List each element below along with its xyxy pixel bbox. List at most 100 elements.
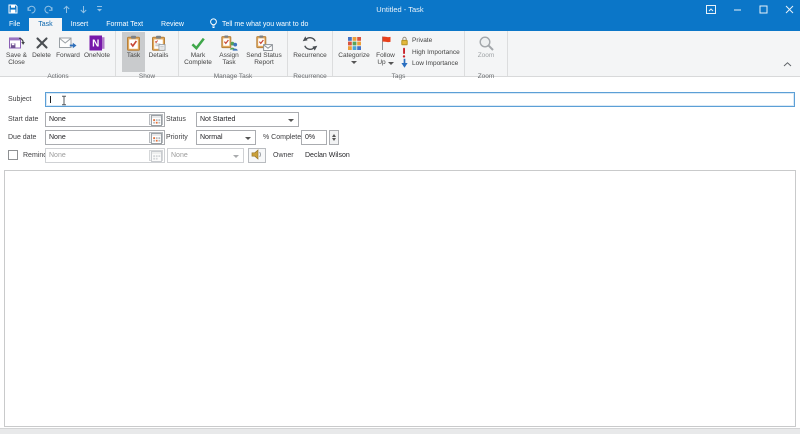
check-mark-icon (190, 34, 206, 52)
ribbon-group-recurrence: Recurrence Recurrence (288, 31, 333, 80)
ribbon-display-options-icon[interactable] (706, 4, 716, 14)
collapse-ribbon-icon[interactable] (783, 54, 792, 72)
ribbon-group-manage-task: Mark Complete Assign Task Send Status Re… (179, 31, 288, 80)
show-task-button[interactable]: Task (122, 32, 145, 72)
follow-up-label-wrap: Follow Up (372, 52, 399, 66)
owner-value: Declan Wilson (305, 152, 350, 159)
task-clipboard-icon (126, 34, 141, 52)
lock-icon (399, 36, 409, 46)
owner-label: Owner (273, 152, 294, 159)
send-status-report-label: Send Status Report (246, 52, 282, 66)
recurrence-icon (301, 34, 319, 52)
customize-qat-icon[interactable] (96, 5, 103, 13)
mark-complete-button[interactable]: Mark Complete (182, 32, 214, 72)
save-close-label: Save & Close (6, 52, 27, 66)
titlebar: Untitled - Task (0, 0, 800, 18)
tab-review-label: Review (161, 21, 184, 28)
mark-complete-label: Mark Complete (184, 52, 212, 66)
percent-complete-spinner[interactable] (329, 130, 339, 145)
reminder-date-input[interactable]: None (45, 148, 165, 163)
window-controls (706, 0, 794, 18)
status-dropdown[interactable]: Not Started (196, 112, 299, 127)
delete-icon (35, 34, 49, 52)
group-label-show: Show (138, 73, 156, 80)
reminder-checkbox[interactable] (8, 150, 18, 160)
tab-review[interactable]: Review (152, 18, 193, 31)
show-details-button[interactable]: Details (145, 32, 172, 72)
categorize-button[interactable]: Categorize (336, 32, 372, 72)
forward-envelope-icon (59, 34, 77, 52)
save-icon[interactable] (8, 4, 18, 14)
spin-up-icon[interactable] (332, 133, 336, 137)
follow-up-button[interactable]: Follow Up (372, 32, 399, 72)
start-date-label: Start date (8, 116, 39, 123)
recurrence-button[interactable]: Recurrence (291, 32, 329, 72)
start-date-picker-button[interactable] (149, 114, 163, 126)
window-title: Untitled - Task (376, 4, 424, 14)
chevron-down-icon (351, 61, 357, 64)
undo-icon[interactable] (26, 5, 36, 14)
lightbulb-icon (209, 18, 218, 31)
reminder-time-value: None (171, 152, 188, 159)
reminder-sound-button[interactable] (248, 148, 266, 163)
forward-button[interactable]: Forward (54, 32, 82, 72)
task-notes-body[interactable] (4, 170, 796, 427)
start-date-input[interactable]: None (45, 112, 165, 127)
tab-file-label: File (9, 21, 21, 28)
ribbon-group-actions: Save & Close Delete Forward N OneNote Ac… (1, 31, 116, 80)
categorize-icon (347, 34, 362, 52)
text-caret (50, 96, 51, 103)
save-close-button[interactable]: Save & Close (4, 32, 29, 72)
high-importance-button[interactable]: High Importance (399, 47, 461, 59)
reminder-date-picker-button[interactable] (149, 150, 163, 162)
tab-format-text[interactable]: Format Text (97, 18, 152, 31)
down-arrow-icon[interactable] (79, 5, 88, 14)
delete-button[interactable]: Delete (29, 32, 54, 72)
up-arrow-icon[interactable] (62, 5, 71, 14)
private-button[interactable]: Private (399, 35, 461, 47)
reminder-date-value: None (49, 152, 66, 159)
follow-up-flag-icon (379, 34, 392, 52)
tab-file[interactable]: File (0, 18, 29, 31)
magnifier-icon (478, 34, 495, 52)
spin-down-icon[interactable] (332, 138, 336, 142)
percent-complete-label: % Complete (263, 134, 302, 141)
tab-insert[interactable]: Insert (62, 18, 98, 31)
chevron-down-icon (245, 136, 251, 140)
send-status-report-icon (255, 34, 273, 52)
chevron-down-icon (288, 118, 294, 122)
zoom-button[interactable]: Zoom (472, 32, 500, 72)
subject-input[interactable] (45, 92, 795, 107)
priority-label: Priority (166, 134, 188, 141)
low-importance-button[interactable]: Low Importance (399, 58, 461, 70)
ribbon-group-zoom: Zoom Zoom (465, 31, 508, 80)
reminder-time-dropdown[interactable]: None (167, 148, 244, 163)
minimize-icon[interactable] (733, 5, 742, 14)
tab-insert-label: Insert (70, 21, 89, 28)
low-importance-icon (399, 58, 409, 69)
due-date-label: Due date (8, 134, 37, 141)
maximize-icon[interactable] (759, 5, 768, 14)
tab-task[interactable]: Task (29, 18, 62, 31)
ribbon-tab-row: File Task Insert Format Text Review Tell… (0, 18, 800, 31)
due-date-picker-button[interactable] (149, 132, 163, 144)
due-date-value: None (49, 134, 66, 141)
tab-format-text-label: Format Text (106, 21, 144, 28)
private-label: Private (412, 37, 433, 45)
ribbon-group-show: Task Details Show (116, 31, 179, 80)
close-icon[interactable] (785, 5, 794, 14)
send-status-report-button[interactable]: Send Status Report (244, 32, 284, 72)
due-date-input[interactable]: None (45, 130, 165, 145)
tell-me-box[interactable]: Tell me what you want to do (209, 18, 308, 31)
percent-complete-input[interactable]: 0% (301, 130, 327, 145)
onenote-button[interactable]: N OneNote (82, 32, 112, 72)
onenote-label: OneNote (83, 52, 111, 59)
save-close-icon (8, 34, 26, 52)
details-clipboard-icon (151, 34, 166, 52)
group-label-actions: Actions (47, 73, 69, 80)
chevron-down-icon (233, 154, 239, 158)
priority-dropdown[interactable]: Normal (196, 130, 256, 145)
redo-icon[interactable] (44, 5, 54, 14)
assign-task-button[interactable]: Assign Task (214, 32, 244, 72)
ibeam-cursor (60, 95, 68, 108)
